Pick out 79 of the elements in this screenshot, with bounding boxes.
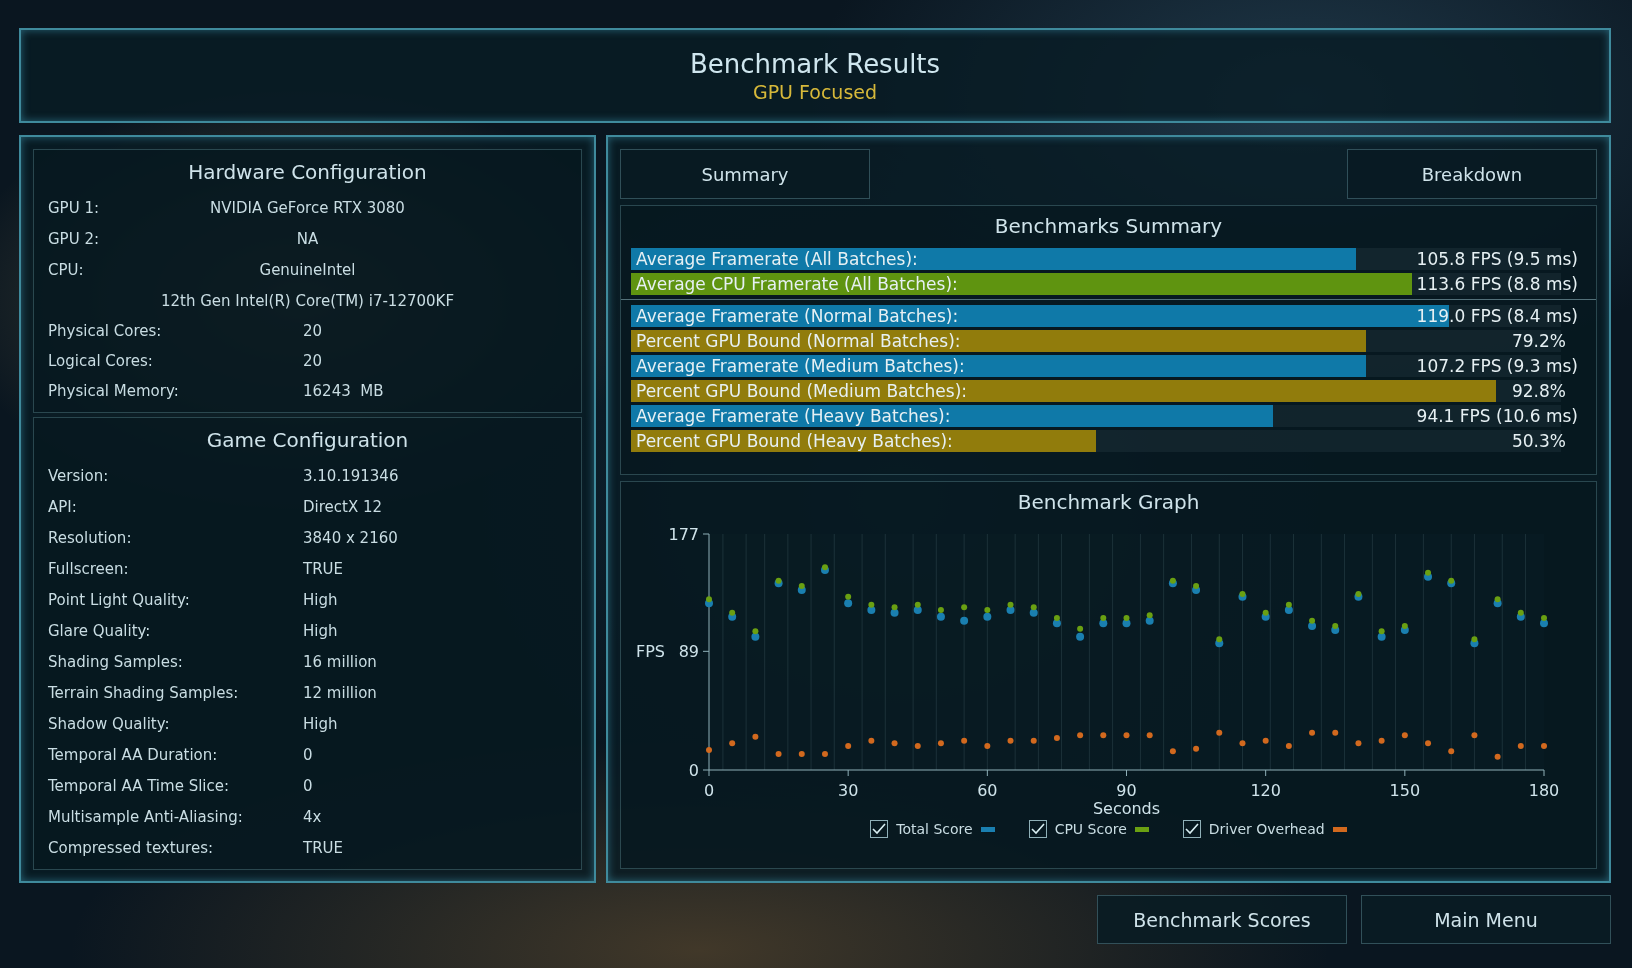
config-label: Glare Quality:	[48, 621, 152, 640]
legend-label: Driver Overhead	[1208, 821, 1325, 837]
x-tick-label: 90	[1115, 781, 1137, 800]
x-tick-label: 30	[837, 781, 858, 800]
config-value: NA	[296, 229, 319, 248]
config-value: High	[303, 714, 338, 733]
menu-button[interactable]: Benchmark Scores	[1097, 895, 1347, 944]
tab[interactable]: Summary	[620, 149, 870, 199]
metric-label: Percent GPU Bound (Normal Batches):	[635, 330, 961, 351]
config-value: 20	[303, 352, 323, 370]
metric-value: 79.2%	[1512, 330, 1566, 351]
section-title: Benchmark Graph	[1017, 490, 1200, 514]
config-label: Version:	[48, 466, 110, 485]
config-value: DirectX 12	[303, 497, 383, 516]
config-label: Resolution:	[48, 528, 133, 547]
metric-value: 113.6 FPS (8.8 ms)	[1416, 273, 1578, 294]
section-title: Hardware Configuration	[187, 160, 428, 184]
menu-button[interactable]: Main Menu	[1361, 895, 1611, 944]
y-tick-label: 177	[667, 525, 699, 544]
config-label: CPU:	[48, 260, 84, 279]
config-value: NVIDIA GeForce RTX 3080	[210, 198, 405, 217]
y-tick-label: 0	[688, 761, 699, 780]
config-label: Terrain Shading Samples:	[48, 683, 240, 702]
config-label: Compressed textures:	[48, 838, 215, 857]
config-value: 12 million	[303, 683, 377, 702]
page-title: Benchmark Results	[689, 48, 941, 79]
metric-value: 94.1 FPS (10.6 ms)	[1416, 405, 1578, 426]
metric-label: Average Framerate (Heavy Batches):	[635, 405, 951, 426]
page-subtitle: GPU Focused	[752, 80, 878, 103]
config-label: GPU 2:	[48, 229, 99, 248]
legend-label: Total Score	[896, 821, 973, 837]
config-value: TRUE	[303, 838, 344, 857]
config-value: 4x	[303, 807, 322, 826]
config-value: TRUE	[303, 559, 344, 578]
config-value: 3.10.191346	[303, 466, 399, 485]
config-value: High	[303, 590, 338, 609]
metric-value: 50.3%	[1512, 430, 1566, 451]
legend-label: CPU Score	[1054, 821, 1127, 837]
metric-label: Percent GPU Bound (Medium Batches):	[635, 380, 967, 401]
config-value: 16 million	[303, 652, 377, 671]
config-label: Temporal AA Duration:	[48, 745, 219, 764]
config-label: Fullscreen:	[48, 559, 130, 578]
config-value: GenuineIntel	[259, 260, 356, 279]
metric-value: 105.8 FPS (9.5 ms)	[1416, 248, 1578, 269]
x-tick-label: 0	[703, 781, 714, 800]
config-label: Temporal AA Time Slice:	[48, 776, 231, 795]
metric-label: Average Framerate (All Batches):	[635, 248, 918, 269]
x-tick-label: 180	[1528, 781, 1559, 800]
x-axis-label: Seconds	[1092, 799, 1160, 818]
config-label: Shadow Quality:	[48, 714, 171, 733]
y-axis-label: FPS	[635, 642, 665, 662]
x-tick-label: 120	[1249, 781, 1281, 800]
metric-label: Average CPU Framerate (All Batches):	[635, 273, 958, 294]
config-value: 20	[303, 322, 323, 340]
config-label: Physical Memory:	[48, 382, 180, 400]
metric-label: Average Framerate (Normal Batches):	[635, 305, 959, 326]
section-title: Benchmarks Summary	[993, 214, 1224, 238]
y-tick-label: 89	[678, 642, 699, 662]
x-tick-label: 60	[976, 781, 997, 800]
config-value: 12th Gen Intel(R) Core(TM) i7-12700KF	[160, 291, 455, 310]
metric-label: Average Framerate (Medium Batches):	[635, 355, 965, 376]
config-label: API:	[48, 497, 78, 516]
config-label: Physical Cores:	[48, 322, 163, 340]
config-value: 0	[303, 745, 313, 764]
section-title: Game Configuration	[205, 428, 410, 452]
config-value: 0	[303, 776, 313, 795]
metric-value: 107.2 FPS (9.3 ms)	[1416, 355, 1578, 376]
config-label: Shading Samples:	[48, 652, 184, 671]
config-label: Logical Cores:	[48, 352, 154, 370]
config-value: 16243 MB	[303, 382, 384, 400]
metric-value: 92.8%	[1512, 380, 1566, 401]
tab[interactable]: Breakdown	[1347, 149, 1597, 199]
x-tick-label: 150	[1389, 781, 1420, 800]
config-value: 3840 x 2160	[303, 528, 398, 547]
config-label: Point Light Quality:	[48, 590, 191, 609]
config-value: High	[303, 621, 338, 640]
config-label: Multisample Anti-Aliasing:	[48, 807, 244, 826]
metric-label: Percent GPU Bound (Heavy Batches):	[635, 430, 953, 451]
config-label: GPU 1:	[48, 198, 99, 217]
